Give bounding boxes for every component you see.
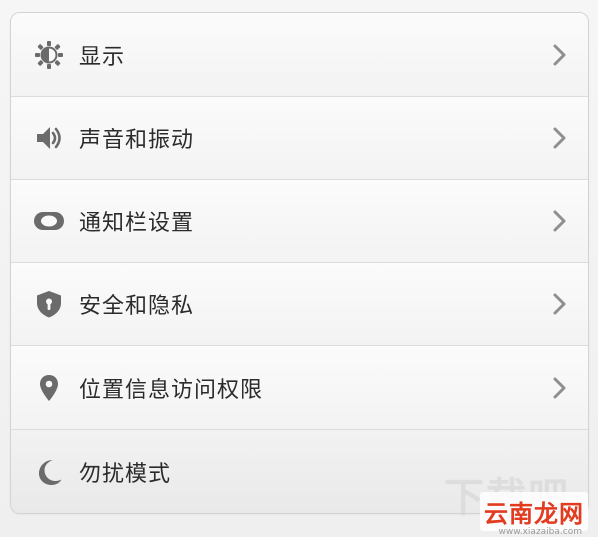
chevron-right-icon	[553, 210, 566, 232]
settings-item-location-access[interactable]: 位置信息访问权限	[11, 346, 588, 430]
settings-item-notification-bar[interactable]: 通知栏设置	[11, 180, 588, 263]
watermark-site-name: 云南龙网	[480, 492, 588, 531]
chevron-right-icon	[553, 44, 566, 65]
moon-icon	[33, 456, 65, 488]
toggle-icon	[33, 205, 65, 237]
chevron-right-icon	[553, 127, 566, 149]
shield-lock-icon	[33, 288, 65, 320]
settings-item-label: 通知栏设置	[79, 211, 195, 236]
settings-item-label: 声音和振动	[79, 128, 195, 153]
settings-item-label: 安全和隐私	[79, 294, 195, 319]
settings-item-label: 显示	[79, 44, 126, 70]
chevron-right-icon	[553, 293, 566, 315]
location-pin-icon	[33, 372, 65, 404]
settings-item-label: 位置信息访问权限	[79, 377, 264, 403]
chevron-right-icon	[553, 377, 566, 398]
speaker-icon	[33, 122, 65, 154]
brightness-icon	[33, 39, 65, 71]
settings-list-card: 显示 声音和振动 通知栏设置 安全和隐私 位置信息访问权限 勿扰模式	[10, 12, 589, 514]
settings-item-sound-vibration[interactable]: 声音和振动	[11, 97, 588, 180]
settings-page: 显示 声音和振动 通知栏设置 安全和隐私 位置信息访问权限 勿扰模式 云南龙网 …	[0, 0, 598, 537]
watermark-url: www.xiazaiba.com	[498, 527, 582, 537]
settings-item-label: 勿扰模式	[79, 461, 172, 487]
settings-item-security-privacy[interactable]: 安全和隐私	[11, 263, 588, 346]
settings-item-display[interactable]: 显示	[11, 13, 588, 97]
